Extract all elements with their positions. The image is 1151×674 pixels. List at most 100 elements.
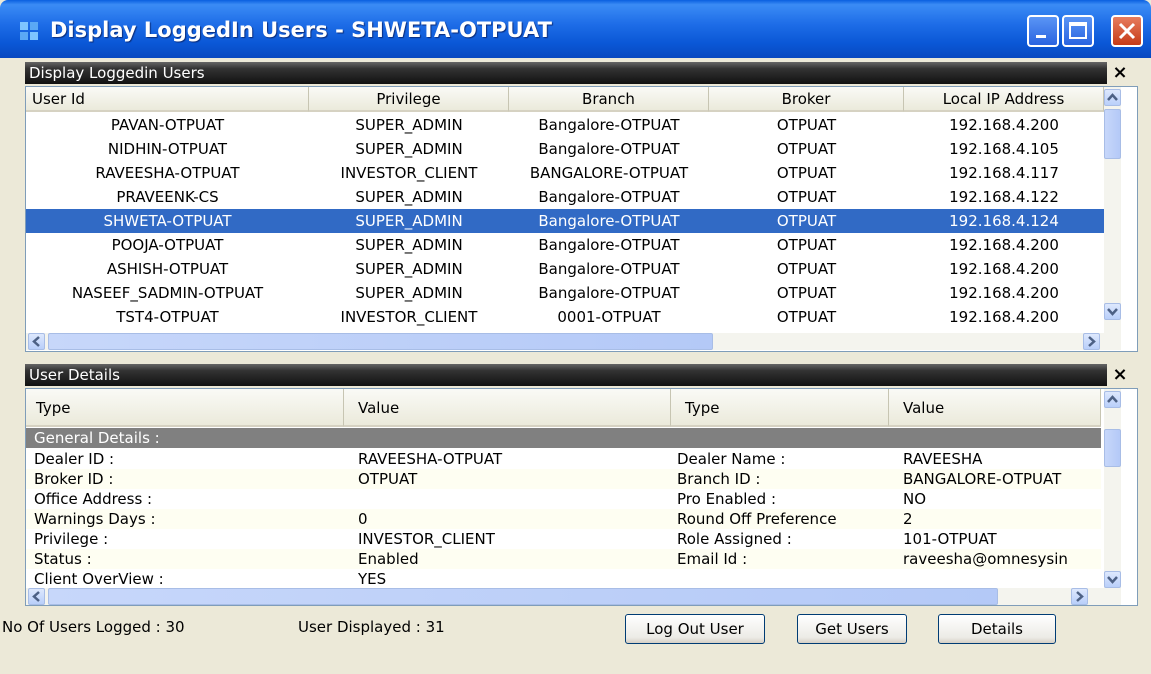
table-row[interactable]: ASHISH-OTPUAT SUPER_ADMIN Bangalore-OTPUAT… [26,257,1104,281]
get-users-button[interactable]: Get Users [797,614,907,644]
details-panel-close-button[interactable]: × [1110,364,1130,386]
detail-type1: Office Address : [34,490,153,508]
scroll-up-arrow[interactable] [1104,89,1121,106]
users-displayed-count: User Displayed : 31 [298,618,445,636]
cell-branch: Bangalore-OTPUAT [538,236,680,254]
users-vertical-scrollbar[interactable] [1104,87,1121,335]
table-row[interactable]: TST4-OTPUAT INVESTOR_CLIENT 0001-OTPUAT OTP… [26,305,1104,329]
title-bar[interactable]: Display LoggedIn Users - SHWETA-OTPUAT [0,0,1151,58]
column-header-broker[interactable]: Broker [709,87,904,112]
detail-row[interactable]: Status : Enabled Email Id : raveesha@omnesy… [26,549,1101,569]
cell-broker: OTPUAT [776,140,837,158]
scroll-left-arrow[interactable] [28,588,45,605]
cell-privilege: SUPER_ADMIN [355,260,463,278]
maximize-icon [1069,22,1087,39]
table-row[interactable]: PRAVEENK-CS SUPER_ADMIN Bangalore-OTPUAT OT… [26,185,1104,209]
horizontal-scroll-thumb[interactable] [48,588,998,605]
column-header-type-1[interactable]: Type [26,389,344,427]
detail-value1 [358,489,658,509]
users-panel-close-button[interactable]: × [1110,62,1130,84]
detail-value1: OTPUAT [358,470,418,488]
detail-type2: Role Assigned : [677,530,792,548]
cell-user-id: SHWETA-OTPUAT [103,212,232,230]
details-horizontal-scrollbar[interactable] [26,588,1121,605]
cell-privilege: SUPER_ADMIN [355,188,463,206]
scroll-right-arrow[interactable] [1083,333,1100,350]
detail-row[interactable]: Broker ID : OTPUAT Branch ID : BANGALORE-OT… [26,469,1101,489]
users-list[interactable]: User Id Privilege Branch Broker Local IP… [25,86,1138,352]
cell-broker: OTPUAT [776,260,837,278]
detail-value1: 0 [358,510,368,528]
cell-broker: OTPUAT [776,236,837,254]
column-header-privilege[interactable]: Privilege [309,87,509,112]
cell-broker: OTPUAT [776,164,837,182]
column-header-type-2[interactable]: Type [671,389,889,427]
column-header-value-1[interactable]: Value [344,389,671,427]
chevron-up-icon [1107,93,1118,101]
details-button[interactable]: Details [938,614,1056,644]
log-out-user-button[interactable]: Log Out User [625,614,765,644]
column-header-user-id[interactable]: User Id [26,87,309,112]
vertical-scroll-thumb[interactable] [1104,109,1121,159]
column-header-branch[interactable]: Branch [509,87,709,112]
scroll-right-arrow[interactable] [1071,588,1088,605]
cell-branch: Bangalore-OTPUAT [538,188,680,206]
cell-ip: 192.168.4.200 [949,116,1059,134]
column-header-ip[interactable]: Local IP Address [904,87,1104,112]
cell-ip: 192.168.4.200 [949,236,1059,254]
cell-broker: OTPUAT [776,284,837,302]
detail-type1: Privilege : [34,530,109,548]
minimize-button[interactable] [1027,15,1059,47]
scroll-down-arrow[interactable] [1104,303,1121,320]
close-icon [1118,22,1136,40]
scroll-down-arrow[interactable] [1104,571,1121,588]
detail-type2: Email Id : [677,550,748,568]
scroll-left-arrow[interactable] [28,333,45,350]
cell-privilege: SUPER_ADMIN [355,236,463,254]
cell-user-id: PRAVEENK-CS [116,188,219,206]
cell-broker: OTPUAT [776,116,837,134]
column-header-value-2[interactable]: Value [889,389,1101,427]
vertical-scroll-thumb[interactable] [1104,429,1121,467]
cell-user-id: ASHISH-OTPUAT [106,260,229,278]
cell-broker: OTPUAT [776,188,837,206]
cell-ip: 192.168.4.200 [949,260,1059,278]
table-row[interactable]: PAVAN-OTPUAT SUPER_ADMIN Bangalore-OTPUAT O… [26,113,1104,137]
detail-value2: RAVEESHA [903,450,983,468]
cell-broker: OTPUAT [776,212,837,230]
chevron-right-icon [1088,336,1096,347]
detail-row[interactable]: Privilege : INVESTOR_CLIENT Role Assigned … [26,529,1101,549]
detail-value1: INVESTOR_CLIENT [358,530,495,548]
table-row[interactable]: RAVEESHA-OTPUAT INVESTOR_CLIENT BANGALORE-… [26,161,1104,185]
horizontal-scroll-thumb[interactable] [48,333,713,350]
detail-type2: Branch ID : [677,470,761,488]
close-button[interactable] [1111,15,1143,47]
cell-ip: 192.168.4.200 [949,284,1059,302]
cell-branch: Bangalore-OTPUAT [538,116,680,134]
detail-row[interactable]: Dealer ID : RAVEESHA-OTPUAT Dealer Name : R… [26,449,1101,469]
user-details-grid[interactable]: Type Value Type Value General Details : … [25,388,1138,606]
cell-ip: 192.168.4.105 [949,140,1059,158]
cell-privilege: SUPER_ADMIN [355,212,463,230]
detail-row[interactable]: Warnings Days : 0 Round Off Preference 2 [26,509,1101,529]
cell-branch: Bangalore-OTPUAT [538,140,680,158]
maximize-button[interactable] [1062,15,1094,47]
cell-privilege: SUPER_ADMIN [355,116,463,134]
details-panel-header: User Details [25,364,1107,386]
table-row[interactable]: NIDHIN-OTPUAT SUPER_ADMIN Bangalore-OTPUAT… [26,137,1104,161]
detail-row[interactable]: Office Address : Pro Enabled : NO [26,489,1101,509]
users-horizontal-scrollbar[interactable] [26,333,1121,350]
users-panel-header: Display Loggedin Users [25,62,1107,84]
scroll-up-arrow[interactable] [1104,391,1121,408]
table-row[interactable]: NASEEF_SADMIN-OTPUAT SUPER_ADMIN Bangalore… [26,281,1104,305]
details-vertical-scrollbar[interactable] [1104,389,1121,589]
detail-value1: YES [358,570,387,588]
table-row[interactable]: POOJA-OTPUAT SUPER_ADMIN Bangalore-OTPUAT O… [26,233,1104,257]
table-row[interactable]: SHWETA-OTPUAT SUPER_ADMIN Bangalore-OTPUAT… [26,209,1104,233]
cell-user-id: PAVAN-OTPUAT [110,116,225,134]
users-logged-count: No Of Users Logged : 30 [2,618,185,636]
detail-row[interactable]: Client OverView : YES [26,569,1101,589]
app-icon [20,22,38,40]
detail-value2: NO [903,490,927,508]
detail-value1: Enabled [358,550,419,568]
